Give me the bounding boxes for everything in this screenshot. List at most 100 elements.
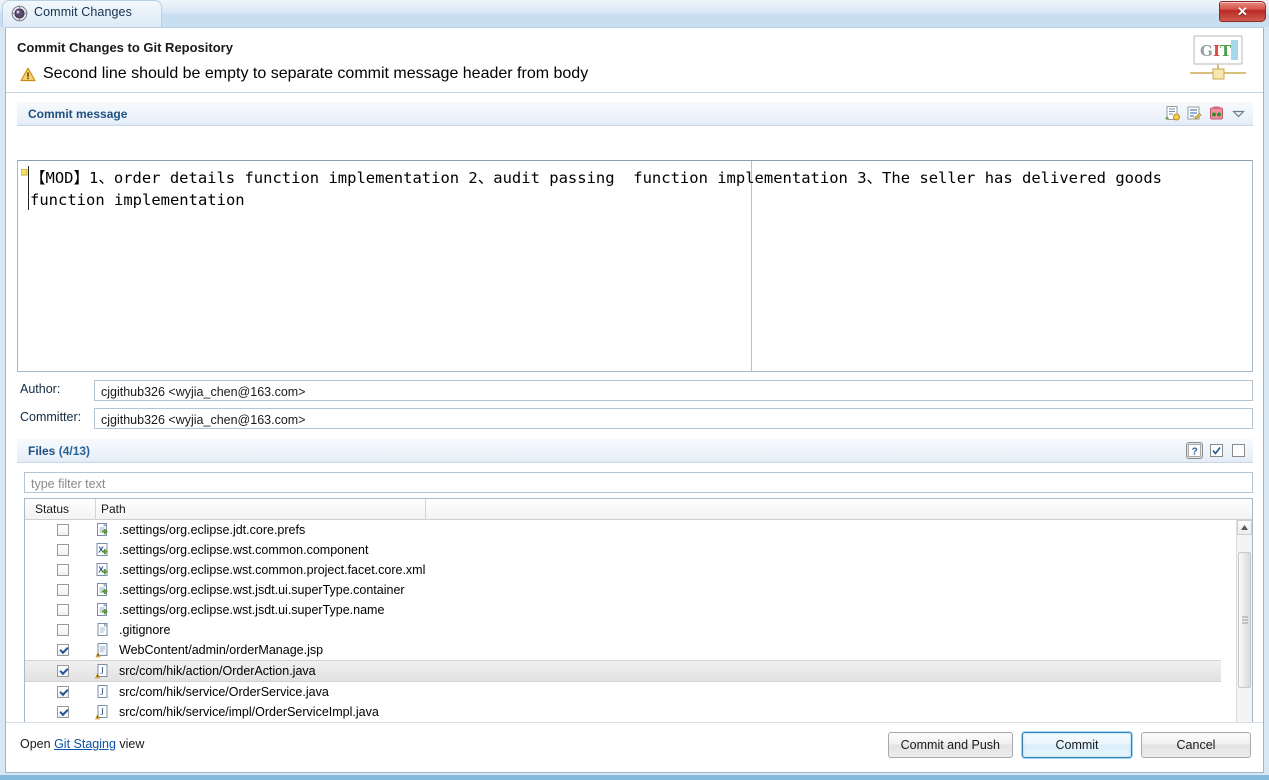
- files-section-header: Files (4/13) ?: [17, 438, 1253, 463]
- file-path: .settings/org.eclipse.wst.jsdt.ui.superT…: [119, 583, 405, 597]
- files-toolbar: ?: [1186, 442, 1247, 459]
- commit-and-push-button[interactable]: Commit and Push: [887, 732, 1013, 758]
- row-checkbox[interactable]: [57, 524, 69, 536]
- deselect-all-icon[interactable]: [1230, 442, 1247, 459]
- dialog-footer: Open Git Staging view Commit and Push Co…: [6, 722, 1263, 772]
- table-row[interactable]: X .settings/org.eclipse.wst.common.compon…: [25, 540, 1221, 560]
- chevron-down-icon[interactable]: [1230, 105, 1247, 122]
- java-file-icon: J: [95, 684, 111, 700]
- xml-file-added-icon: X: [95, 562, 111, 578]
- row-checkbox[interactable]: [57, 604, 69, 616]
- filter-input[interactable]: [24, 472, 1253, 493]
- table-row[interactable]: Jsrc/com/hik/action/OrderAction.java: [25, 660, 1221, 682]
- add-signed-off-by-icon[interactable]: [1186, 105, 1203, 122]
- file-added-icon: [95, 582, 111, 598]
- open-prefix: Open: [20, 737, 55, 751]
- row-checkbox[interactable]: [57, 624, 69, 636]
- java-file-modified-icon: J: [95, 663, 111, 679]
- row-checkbox[interactable]: [57, 564, 69, 576]
- open-git-staging-text: Open Git Staging view: [20, 737, 144, 751]
- file-path: .settings/org.eclipse.wst.jsdt.ui.superT…: [119, 603, 385, 617]
- svg-text:?: ?: [1192, 446, 1198, 457]
- file-path: src/com/hik/action/OrderAction.java: [119, 664, 316, 678]
- table-row[interactable]: .settings/org.eclipse.wst.jsdt.ui.superT…: [25, 580, 1221, 600]
- commit-message-editor[interactable]: 【MOD】1、order details function implementa…: [17, 160, 1253, 372]
- column-separator-1[interactable]: [95, 499, 96, 520]
- close-icon: ✕: [1237, 3, 1248, 19]
- file-path: .settings/org.eclipse.wst.common.compone…: [119, 543, 369, 557]
- window-title: Commit Changes: [34, 5, 132, 19]
- file-path: .gitignore: [119, 623, 171, 637]
- table-row[interactable]: X .settings/org.eclipse.wst.common.projec…: [25, 560, 1221, 580]
- git-staging-link[interactable]: Git Staging: [54, 737, 116, 751]
- scrollbar-grip-icon: [1242, 616, 1248, 624]
- commit-button[interactable]: Commit: [1022, 732, 1132, 758]
- column-header-status[interactable]: Status: [35, 502, 69, 516]
- footer-buttons: Commit and Push Commit Cancel: [887, 732, 1251, 758]
- row-checkbox[interactable]: [57, 706, 69, 718]
- warning-triangle-icon: [20, 67, 36, 82]
- plain-file-icon: [95, 622, 111, 638]
- screen: Commit Changes ✕ Commit Changes to Git R…: [0, 0, 1269, 780]
- add-change-id-icon[interactable]: [1208, 105, 1225, 122]
- amend-previous-commit-icon[interactable]: [1164, 105, 1181, 122]
- text-caret: [28, 166, 29, 210]
- jsp-file-modified-icon: [95, 642, 111, 658]
- svg-text:X: X: [98, 566, 104, 575]
- svg-text:G: G: [1200, 42, 1213, 60]
- svg-text:X: X: [98, 546, 104, 555]
- commit-changes-dialog: Commit Changes ✕ Commit Changes to Git R…: [0, 0, 1269, 775]
- svg-text:J: J: [100, 687, 104, 697]
- author-label: Author:: [20, 382, 61, 396]
- commit-message-section-header: Commit message: [17, 101, 1253, 126]
- row-checkbox[interactable]: [57, 584, 69, 596]
- row-checkbox[interactable]: [57, 665, 69, 677]
- annotation-marker: [20, 163, 28, 176]
- title-bar: Commit Changes ✕: [0, 0, 1269, 27]
- validation-text: Second line should be empty to separate …: [43, 65, 589, 82]
- svg-text:J: J: [100, 666, 104, 676]
- validation-message: Second line should be empty to separate …: [20, 65, 588, 83]
- files-table-header: Status Path: [25, 499, 1252, 520]
- files-label-text: Files: [28, 444, 56, 458]
- row-checkbox[interactable]: [57, 686, 69, 698]
- dialog-client-area: Commit Changes to Git Repository Second …: [5, 27, 1264, 773]
- scroll-up-icon[interactable]: [1237, 520, 1252, 535]
- xml-file-added-icon: X: [95, 542, 111, 558]
- table-row[interactable]: .settings/org.eclipse.wst.jsdt.ui.superT…: [25, 600, 1221, 620]
- svg-text:J: J: [100, 707, 104, 717]
- file-path: src/com/hik/service/OrderService.java: [119, 685, 329, 699]
- commit-message-label: Commit message: [28, 107, 128, 121]
- files-table: Status Path .settings/org.eclipse.jdt.co…: [24, 498, 1253, 738]
- show-untracked-files-icon[interactable]: ?: [1186, 442, 1203, 459]
- file-path: .settings/org.eclipse.wst.common.project…: [119, 563, 426, 577]
- dialog-header: Commit Changes to Git Repository Second …: [6, 28, 1263, 93]
- page-title: Commit Changes to Git Repository: [17, 40, 233, 55]
- row-checkbox[interactable]: [57, 544, 69, 556]
- table-row[interactable]: Jsrc/com/hik/service/OrderService.java: [25, 682, 1221, 702]
- files-vertical-scrollbar[interactable]: [1236, 520, 1252, 737]
- svg-text:T: T: [1220, 42, 1232, 60]
- file-path: src/com/hik/service/impl/OrderServiceImp…: [119, 705, 379, 719]
- commit-message-text: 【MOD】1、order details function implementa…: [30, 169, 1172, 209]
- committer-input[interactable]: [94, 408, 1253, 429]
- table-row[interactable]: WebContent/admin/orderManage.jsp: [25, 640, 1221, 660]
- git-logo: G I T: [1187, 33, 1249, 85]
- row-checkbox[interactable]: [57, 644, 69, 656]
- committer-label: Committer:: [20, 410, 82, 424]
- column-header-path[interactable]: Path: [101, 502, 126, 516]
- svg-text:I: I: [1213, 42, 1220, 60]
- table-row[interactable]: Jsrc/com/hik/service/impl/OrderServiceIm…: [25, 702, 1221, 722]
- column-separator-2[interactable]: [425, 499, 426, 520]
- author-input[interactable]: [94, 380, 1253, 401]
- select-all-icon[interactable]: [1208, 442, 1225, 459]
- close-button[interactable]: ✕: [1219, 1, 1266, 22]
- author-row: Author:: [6, 380, 1263, 402]
- open-suffix: view: [115, 737, 145, 751]
- file-path: WebContent/admin/orderManage.jsp: [119, 643, 324, 657]
- table-row[interactable]: .gitignore: [25, 620, 1221, 640]
- file-path: .settings/org.eclipse.jdt.core.prefs: [119, 523, 306, 537]
- cancel-button[interactable]: Cancel: [1141, 732, 1251, 758]
- table-row[interactable]: .settings/org.eclipse.jdt.core.prefs: [25, 520, 1221, 540]
- scrollbar-thumb[interactable]: [1238, 552, 1251, 688]
